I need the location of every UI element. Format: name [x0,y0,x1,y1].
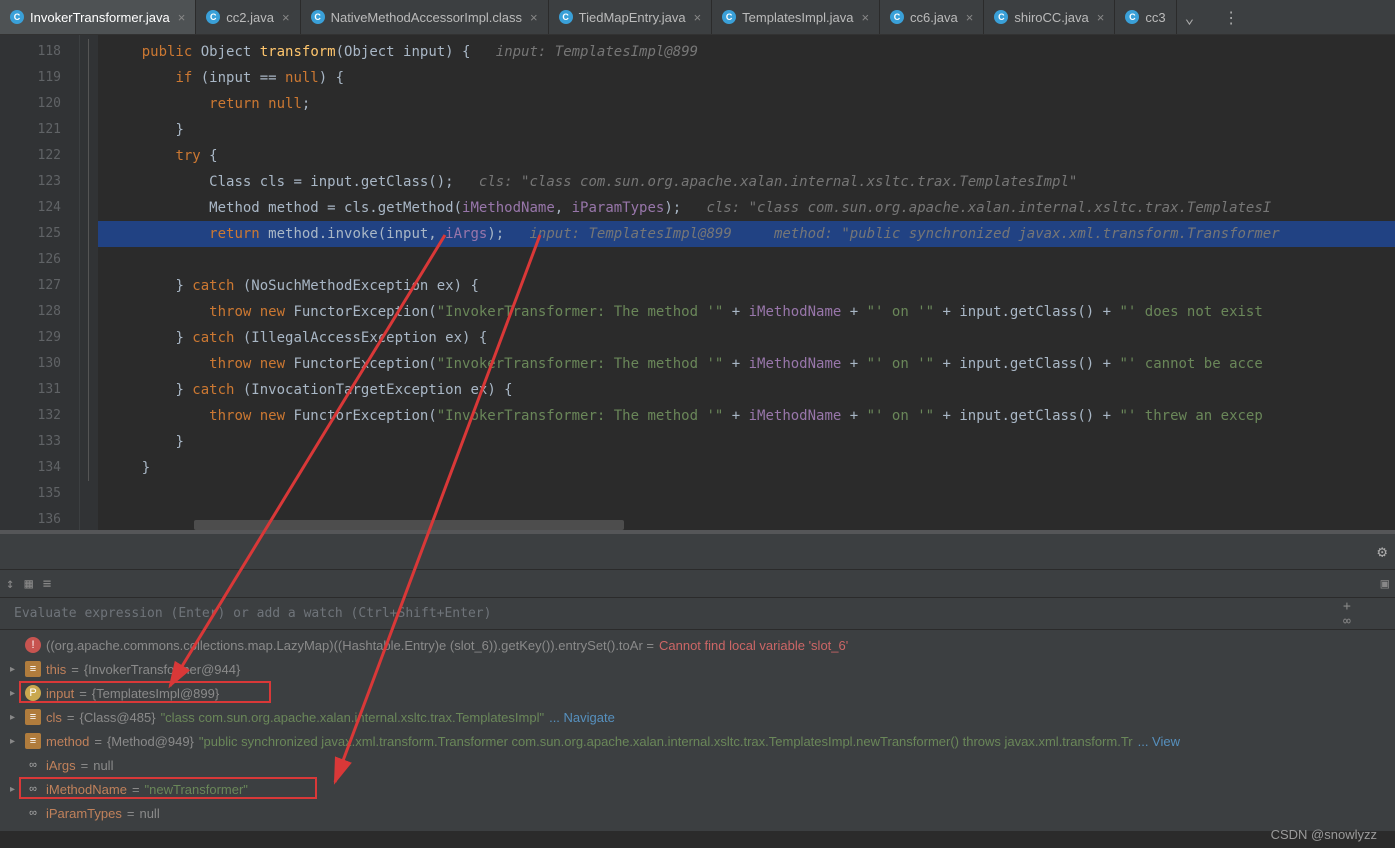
tab-cc6[interactable]: Ccc6.java× [880,0,984,34]
close-icon[interactable]: × [966,10,974,25]
close-icon[interactable]: × [1097,10,1105,25]
var-row-imethodname[interactable]: ▸ ∞ iMethodName = "newTransformer" [0,777,1395,801]
variables-view-toolbar: ↕ ▦ ≡ ▣ [0,570,1395,598]
fold-gutter[interactable] [80,35,98,530]
layout-toggle-icon[interactable]: ▣ [1381,576,1389,592]
add-watch-icon[interactable]: + ∞ [1343,599,1381,629]
watch-input-row[interactable]: + ∞ [0,598,1395,630]
expand-arrow-icon[interactable]: ▸ [10,712,20,723]
expand-arrow-icon[interactable]: ▸ [10,784,20,795]
close-icon[interactable]: × [861,10,869,25]
code-line: } [98,117,1395,143]
gear-icon[interactable]: ⚙ [1377,542,1387,561]
code-line: } catch (NoSuchMethodException ex) { [98,273,1395,299]
tab-invokertransformer[interactable]: CInvokerTransformer.java× [0,0,196,34]
watermark: CSDN @snowlyzz [1271,827,1377,842]
watch-icon: ∞ [25,757,41,773]
code-line: throw new FunctorException("InvokerTrans… [98,351,1395,377]
editor-tabs: CInvokerTransformer.java× Ccc2.java× CNa… [0,0,1395,35]
code-line: } [98,455,1395,481]
close-icon[interactable]: × [282,10,290,25]
code-line-current: return method.invoke(input, iArgs); inpu… [98,221,1395,247]
class-file-icon: C [994,10,1008,24]
var-row-error[interactable]: ! ((org.apache.commons.collections.map.L… [0,633,1395,657]
code-line: Method method = cls.getMethod(iMethodNam… [98,195,1395,221]
var-row-input[interactable]: ▸ P input = {TemplatesImpl@899} [0,681,1395,705]
expand-arrow-icon[interactable]: ▸ [10,736,20,747]
close-icon[interactable]: × [530,10,538,25]
code-area[interactable]: public Object transform(Object input) { … [98,35,1395,530]
object-icon: ≡ [25,709,41,725]
class-file-icon: C [722,10,736,24]
object-icon: ≡ [25,733,41,749]
param-icon: P [25,685,41,701]
class-file-icon: C [559,10,573,24]
tab-overflow-icon[interactable]: ⌄ ⋮ [1177,0,1248,34]
close-icon[interactable]: × [178,10,186,25]
code-line: throw new FunctorException("InvokerTrans… [98,299,1395,325]
class-file-icon: C [890,10,904,24]
class-file-icon: C [206,10,220,24]
watch-icon: ∞ [25,805,41,821]
navigate-link[interactable]: ... Navigate [549,710,615,725]
line-gutter: 118 119 120 121 122 123 124 125 126 127 … [0,35,80,530]
code-line: throw new FunctorException("InvokerTrans… [98,403,1395,429]
code-line: try { [98,143,1395,169]
layout-icon[interactable]: ▦ [24,576,32,592]
class-file-icon: C [1125,10,1139,24]
class-file-icon: C [311,10,325,24]
watch-icon: ∞ [25,781,41,797]
expand-arrow-icon[interactable]: ▸ [10,688,20,699]
close-icon[interactable]: × [694,10,702,25]
error-icon: ! [25,637,41,653]
tab-tied-map-entry[interactable]: CTiedMapEntry.java× [549,0,713,34]
object-icon: ≡ [25,661,41,677]
tab-native-method-accessor[interactable]: CNativeMethodAccessorImpl.class× [301,0,549,34]
horizontal-scrollbar[interactable] [194,520,1395,530]
code-line [98,481,1395,507]
expand-icon[interactable]: ↕ [6,576,14,592]
filter-icon[interactable]: ≡ [43,576,51,592]
code-line [98,247,1395,273]
debug-toolbar: ⚙ [0,534,1395,570]
tab-cc3[interactable]: Ccc3 [1115,0,1176,34]
tab-templates-impl[interactable]: CTemplatesImpl.java× [712,0,880,34]
var-row-this[interactable]: ▸ ≡ this = {InvokerTransformer@944} [0,657,1395,681]
tab-cc2[interactable]: Ccc2.java× [196,0,300,34]
tab-shirocc[interactable]: CshiroCC.java× [984,0,1115,34]
code-line: } catch (InvocationTargetException ex) { [98,377,1395,403]
var-row-iargs[interactable]: ∞ iArgs = null [0,753,1395,777]
variables-panel: ! ((org.apache.commons.collections.map.L… [0,630,1395,831]
watch-expression-input[interactable] [14,606,1343,621]
var-row-cls[interactable]: ▸ ≡ cls = {Class@485} "class com.sun.org… [0,705,1395,729]
code-line: Class cls = input.getClass(); cls: "clas… [98,169,1395,195]
var-row-iparamtypes[interactable]: ∞ iParamTypes = null [0,801,1395,825]
var-row-method[interactable]: ▸ ≡ method = {Method@949} "public synchr… [0,729,1395,753]
expand-arrow-icon[interactable]: ▸ [10,664,20,675]
code-line: return null; [98,91,1395,117]
scrollbar-thumb[interactable] [194,520,624,530]
code-line: } [98,429,1395,455]
code-editor[interactable]: 118 119 120 121 122 123 124 125 126 127 … [0,35,1395,530]
class-file-icon: C [10,10,24,24]
view-link[interactable]: ... View [1138,734,1180,749]
code-line: if (input == null) { [98,65,1395,91]
code-line: public Object transform(Object input) { … [98,39,1395,65]
code-line: } catch (IllegalAccessException ex) { [98,325,1395,351]
